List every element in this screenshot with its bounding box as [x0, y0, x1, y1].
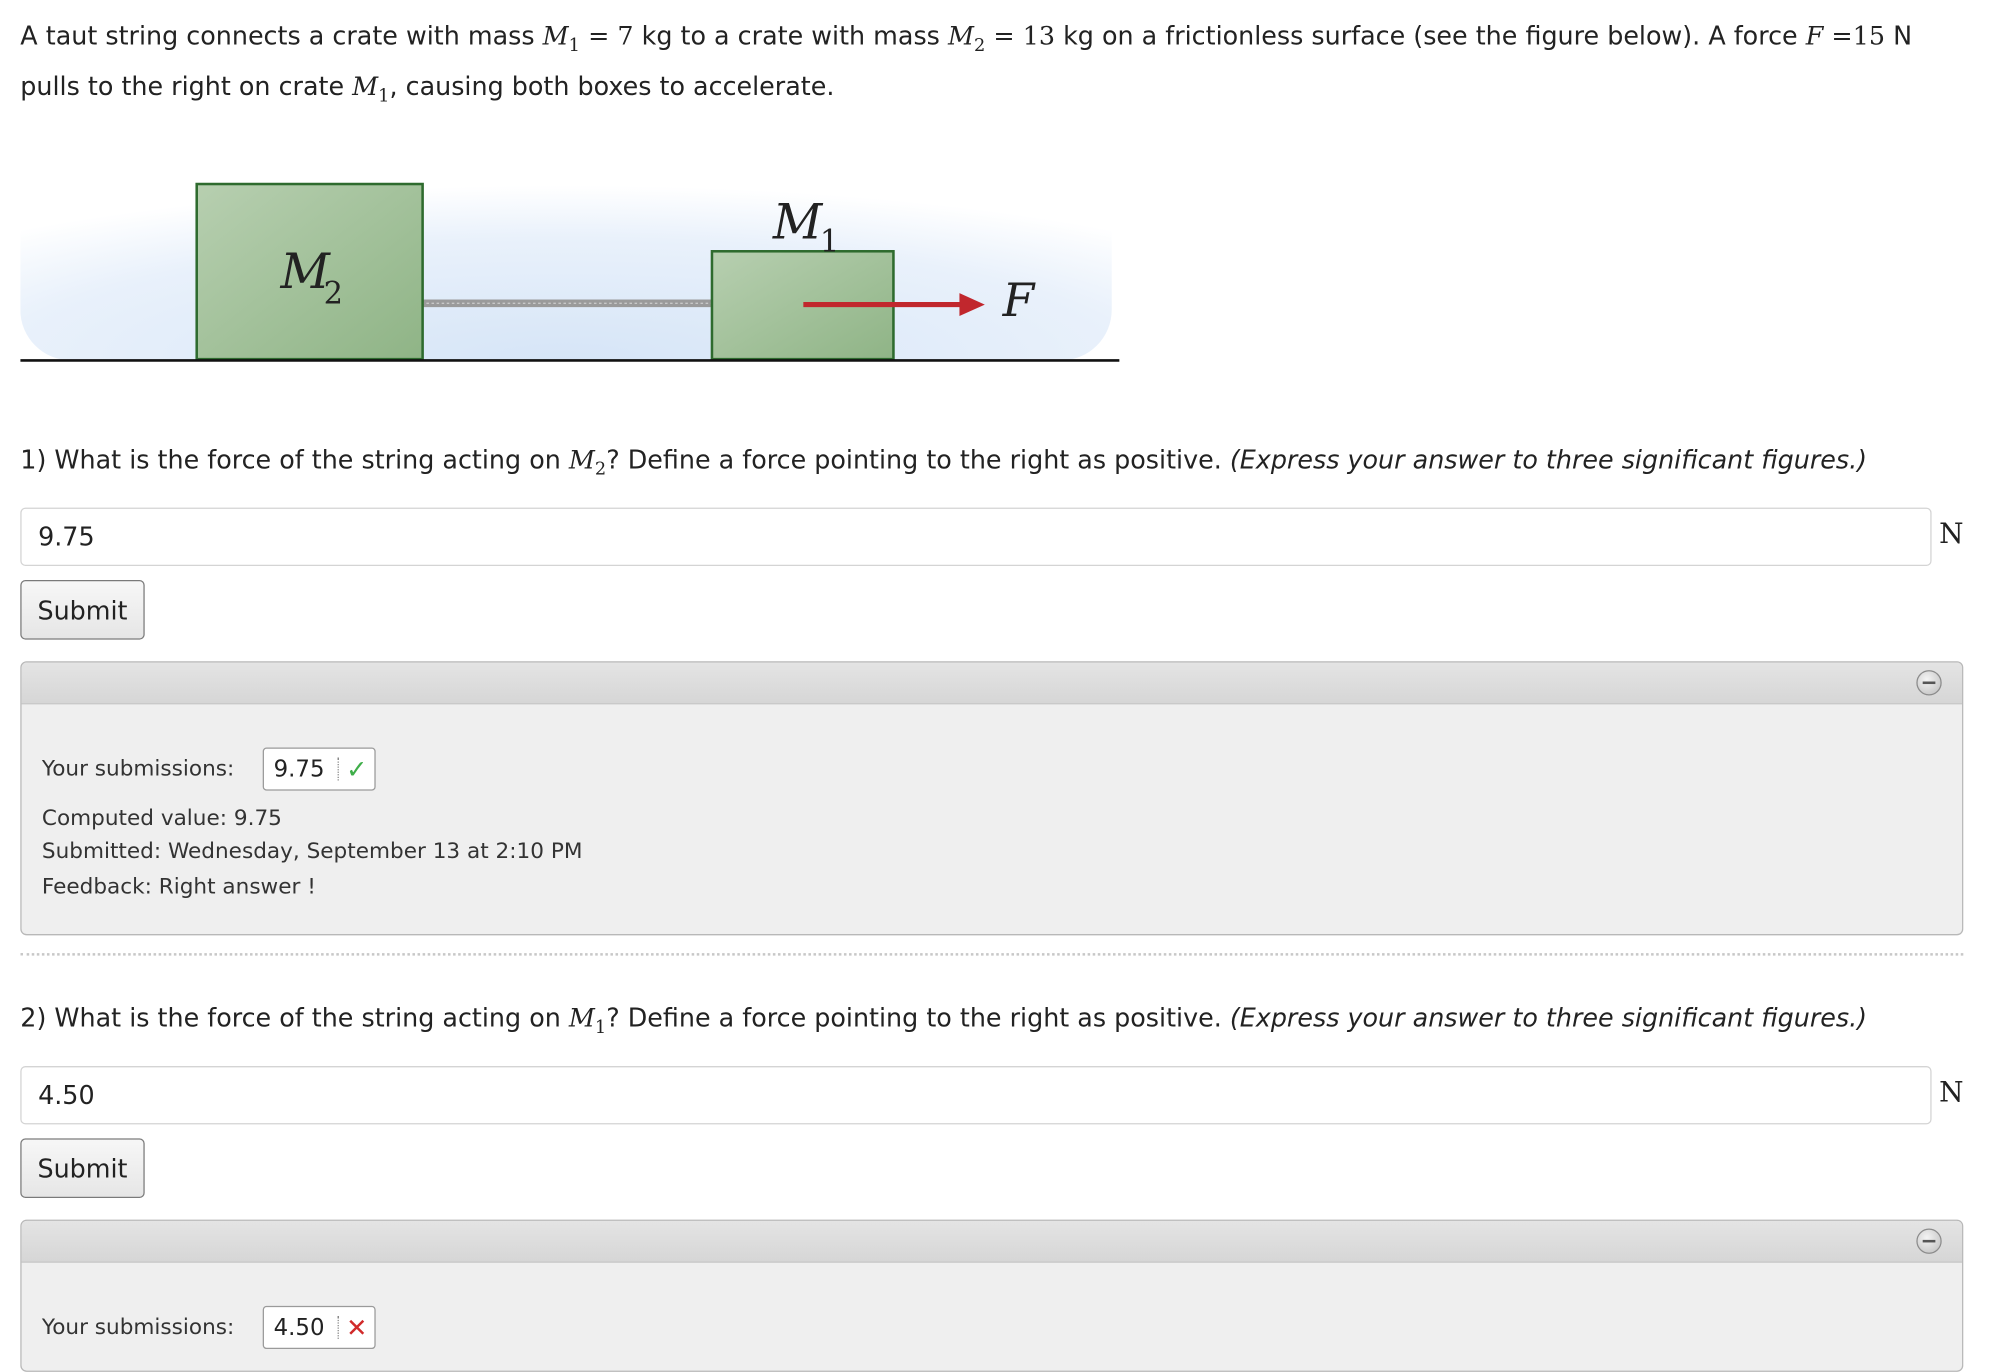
mass-1-value: = 7: [579, 20, 634, 51]
question-2-submissions-row: Your submissions: 4.50 ✕: [41, 1305, 377, 1350]
collapse-minus-icon[interactable]: [1916, 670, 1942, 696]
question-2-hint: (Express your answer to three significan…: [1229, 1002, 1868, 1034]
question-2-text-b: ? Define a force pointing to the right a…: [606, 1002, 1230, 1034]
crate-m2-subscript: 2: [324, 276, 343, 311]
question-1-submission-chip[interactable]: 9.75 ✓: [262, 747, 377, 791]
problem-text-1: A taut string connects a crate with mass: [20, 20, 543, 51]
question-1-hint: (Express your answer to three significan…: [1229, 444, 1868, 475]
question-1: 1) What is the force of the string actin…: [20, 442, 1962, 488]
question-2-mass-subscript: 1: [594, 1017, 607, 1039]
problem-text-2: kg to a crate with mass: [633, 20, 948, 51]
question-2-panel-header: [21, 1220, 1963, 1263]
problem-text-3: kg on a frictionless surface (see the fi…: [1054, 20, 1806, 51]
mass-1-symbol-2: M: [352, 71, 379, 102]
question-1-submitted-time: Submitted: Wednesday, September 13 at 2:…: [41, 838, 583, 865]
mass-2-symbol: M: [947, 20, 974, 51]
question-2-submit-button[interactable]: Submit: [20, 1138, 145, 1199]
crate-m1-label: M: [772, 195, 824, 251]
force-value: =15: [1823, 20, 1886, 51]
question-2-unit: N: [1939, 1077, 1964, 1110]
question-2-mass-symbol: M: [568, 1002, 595, 1034]
question-2-submissions-label: Your submissions:: [41, 1314, 235, 1341]
crates-figure: M 2 M 1 F: [20, 126, 1120, 362]
question-1-number: 1): [20, 444, 47, 475]
cross-icon: ✕: [346, 1312, 368, 1343]
question-1-unit: N: [1939, 519, 1964, 551]
figure-background: [20, 126, 1112, 361]
question-1-submissions-label: Your submissions:: [41, 756, 235, 782]
question-2-submission-value: 4.50: [273, 1314, 325, 1341]
question-1-submissions-row: Your submissions: 9.75 ✓: [41, 747, 377, 791]
question-1-mass-subscript: 2: [594, 459, 607, 480]
mass-1-subscript: 1: [568, 35, 580, 56]
question-1-mass-symbol: M: [568, 444, 595, 475]
question-2: 2) What is the force of the string actin…: [20, 1000, 1962, 1046]
question-2-submission-chip[interactable]: 4.50 ✕: [262, 1305, 377, 1350]
question-1-computed-value: Computed value: 9.75: [41, 805, 282, 832]
mass-1-symbol: M: [542, 20, 569, 51]
question-1-submit-button[interactable]: Submit: [20, 579, 145, 640]
string: [421, 299, 714, 308]
mass-2-value: = 13: [985, 20, 1055, 51]
mass-1-subscript-2: 1: [378, 86, 390, 107]
problem-statement: A taut string connects a crate with mass…: [20, 15, 1962, 117]
question-2-number: 2): [20, 1002, 47, 1034]
problem-text-5: , causing both boxes to accelerate.: [389, 71, 835, 102]
question-1-submissions-panel: Your submissions: 9.75 ✓ Computed value:…: [20, 661, 1964, 936]
mass-2-subscript: 2: [973, 35, 986, 56]
force-symbol: F: [1805, 20, 1824, 51]
question-1-text-b: ? Define a force pointing to the right a…: [606, 444, 1230, 475]
crate-m1-subscript: 1: [820, 224, 839, 259]
question-2-answer-input[interactable]: [20, 1066, 1932, 1125]
question-2-text: What is the force of the string acting o…: [46, 1002, 569, 1034]
question-1-feedback: Feedback: Right answer !: [41, 874, 316, 900]
question-1-answer-input[interactable]: [20, 507, 1932, 567]
force-label: F: [1002, 274, 1037, 327]
question-1-text: What is the force of the string acting o…: [46, 444, 569, 475]
collapse-minus-icon[interactable]: [1916, 1228, 1942, 1254]
question-1-panel-header: [21, 662, 1963, 705]
question-separator: [20, 953, 1964, 956]
question-2-submissions-panel: Your submissions: 4.50 ✕: [20, 1219, 1964, 1372]
check-icon: ✓: [346, 753, 368, 785]
question-1-submission-value: 9.75: [273, 755, 325, 783]
